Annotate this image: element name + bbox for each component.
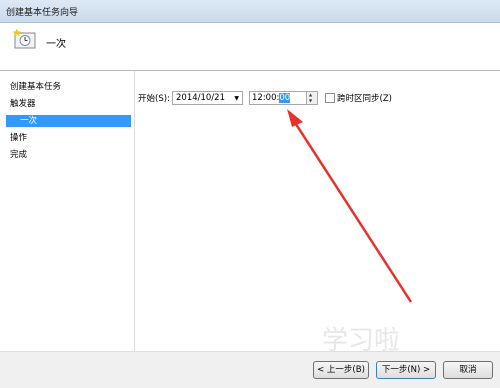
sidebar-item-label: 创建基本任务 (10, 82, 62, 92)
sync-timezones-checkbox[interactable] (325, 93, 335, 103)
sidebar-item-once[interactable]: 一次 (6, 115, 131, 127)
next-button[interactable]: 下一步(N) > (376, 361, 436, 379)
content-panel (135, 71, 492, 351)
time-seconds-selected[interactable]: 00 (279, 93, 291, 103)
sidebar-item-action[interactable]: 操作 (10, 132, 27, 144)
cancel-button[interactable]: 取消 (443, 361, 493, 379)
wizard-steps-sidebar: 创建基本任务 触发器 一次 操作 完成 (0, 71, 134, 351)
sidebar-item-label: 操作 (10, 133, 28, 143)
sidebar-item-create-basic-task[interactable]: 创建基本任务 (10, 81, 61, 93)
time-spinner[interactable]: ▲ ▼ (306, 92, 317, 104)
window-title: 创建基本任务向导 (6, 8, 79, 18)
sidebar-item-trigger[interactable]: 触发器 (10, 98, 36, 110)
spin-down-icon[interactable]: ▼ (309, 98, 312, 103)
sidebar-item-label: 一次 (20, 116, 38, 126)
start-date-value: 2014/10/21 (176, 93, 225, 103)
page-title: 一次 (46, 39, 66, 50)
spin-up-icon[interactable]: ▲ (309, 92, 312, 97)
sidebar-item-finish[interactable]: 完成 (10, 149, 27, 161)
sync-timezones-label[interactable]: 跨时区同步(Z) (337, 92, 392, 104)
clock-icon (12, 28, 38, 50)
start-date-picker[interactable]: 2014/10/21 ▼ (172, 91, 243, 105)
title-bar: 创建基本任务向导 (0, 0, 500, 23)
back-button[interactable]: < 上一步(B) (313, 361, 369, 379)
start-time-value[interactable]: 12:00:00 (252, 93, 291, 103)
time-hours-minutes: 12:00: (252, 93, 280, 103)
wizard-header: 一次 (0, 23, 500, 71)
sidebar-item-label: 触发器 (10, 99, 36, 109)
sidebar-item-label: 完成 (10, 150, 28, 160)
start-label: 开始(S): (138, 94, 170, 104)
chevron-down-icon[interactable]: ▼ (234, 95, 239, 102)
start-time-picker[interactable]: 12:00:00 ▲ ▼ (249, 91, 318, 105)
watermark-logo: 学习啦 (322, 326, 401, 356)
